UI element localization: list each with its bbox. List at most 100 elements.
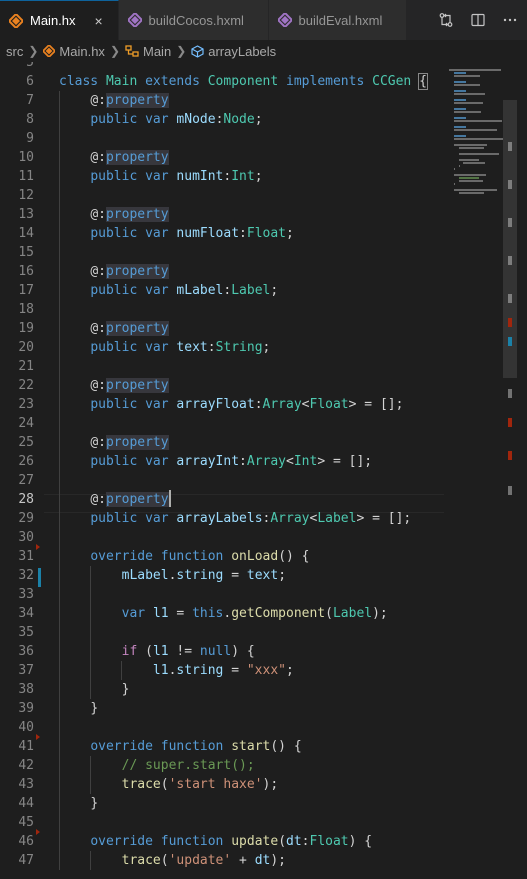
hxml-file-icon <box>127 12 143 28</box>
tab-buildeval-hxml[interactable]: buildEval.hxml <box>268 0 407 40</box>
line-number: 15 <box>18 245 34 260</box>
code-line: @:property <box>90 378 169 393</box>
source-control-compare-icon[interactable] <box>437 12 455 28</box>
overview-ruler-mark <box>508 451 512 460</box>
overview-ruler-mark <box>508 486 512 495</box>
minimap-line <box>458 159 479 161</box>
tab-main-hx[interactable]: Main.hx × <box>0 0 119 40</box>
line-number: 21 <box>18 359 34 374</box>
overview-ruler-mark <box>508 294 512 303</box>
code-line: l1.string = "xxx"; <box>152 663 294 678</box>
line-number: 42 <box>18 758 34 773</box>
haxe-file-icon <box>8 13 24 29</box>
breadcrumb-label: arrayLabels <box>208 43 277 59</box>
minimap-line <box>453 129 497 131</box>
code-line: var l1 = this.getComponent(Label); <box>121 606 388 621</box>
line-number: 9 <box>26 131 34 146</box>
minimap[interactable] <box>445 62 505 879</box>
more-actions-icon[interactable] <box>501 12 519 28</box>
code-line: public var arrayLabels:Array<Label> = []… <box>90 511 412 526</box>
minimap-line <box>453 189 497 191</box>
code-line: trace('start haxe'); <box>121 777 279 792</box>
code-line: trace('update' + dt); <box>121 853 287 868</box>
chevron-right-icon: ❯ <box>176 44 187 58</box>
tab-buildcocos-hxml[interactable]: buildCocos.hxml <box>118 0 269 40</box>
code-line: @:property <box>90 207 169 222</box>
minimap-line <box>453 84 481 86</box>
code-editor[interactable]: 5 6 7 8 9 10 11 12 13 14 15 16 17 18 19 20 21 22 23 24 25 26 2… <box>0 62 527 879</box>
indent-guide <box>90 851 92 870</box>
deleted-line-marker <box>36 544 40 550</box>
minimap-line <box>453 183 455 185</box>
overview-ruler-mark <box>508 418 512 427</box>
breadcrumb-item-class[interactable]: Main <box>125 44 171 59</box>
line-number: 34 <box>18 606 34 621</box>
code-line: public var mNode:Node; <box>90 112 263 127</box>
line-number: 35 <box>18 625 34 640</box>
line-number: 46 <box>18 834 34 849</box>
minimap-line <box>453 75 481 77</box>
close-icon[interactable]: × <box>90 13 108 29</box>
class-symbol-icon <box>125 45 139 57</box>
minimap-line <box>453 168 455 170</box>
code-line: @:property <box>90 150 169 165</box>
minimap-line <box>453 99 466 101</box>
chevron-right-icon: ❯ <box>28 44 39 58</box>
breadcrumb-item-field[interactable]: arrayLabels <box>191 44 276 59</box>
overview-ruler-mark <box>508 337 512 346</box>
code-line: } <box>121 682 130 697</box>
code-line: @:property <box>90 435 169 450</box>
code-line: class Main extends Component implements … <box>59 73 428 90</box>
editor-tab-bar: Main.hx × buildCocos.hxml buildEval.hxml <box>0 0 527 40</box>
code-line: public var arrayFloat:Array<Float> = []; <box>90 397 404 412</box>
chevron-right-icon: ❯ <box>109 44 120 58</box>
line-number: 41 <box>18 739 34 754</box>
line-number: 12 <box>18 188 34 203</box>
line-number: 44 <box>18 796 34 811</box>
minimap-line <box>453 111 482 113</box>
minimap-line <box>458 192 484 194</box>
line-number: 14 <box>18 226 34 241</box>
breadcrumb-item-src[interactable]: src <box>6 44 23 59</box>
line-number: 36 <box>18 644 34 659</box>
minimap-line <box>453 93 485 95</box>
line-number: 6 <box>26 74 34 89</box>
line-number: 39 <box>18 701 34 716</box>
indent-guide <box>90 566 92 699</box>
minimap-line <box>458 177 479 179</box>
line-number: 22 <box>18 378 34 393</box>
overview-ruler-mark <box>508 218 512 227</box>
breadcrumb-label: src <box>6 43 24 59</box>
tab-label: Main.hx <box>30 13 76 28</box>
line-number: 38 <box>18 682 34 697</box>
line-number: 5 <box>26 62 34 70</box>
code-line: @:property <box>90 264 169 279</box>
breadcrumb-item-file[interactable]: Main.hx <box>43 44 105 59</box>
line-number: 37 <box>18 663 34 678</box>
line-number: 43 <box>18 777 34 792</box>
minimap-line <box>453 81 466 83</box>
line-number: 17 <box>18 283 34 298</box>
minimap-line <box>453 120 502 122</box>
code-line: // super.start(); <box>121 758 255 773</box>
code-line: @:property <box>90 490 171 507</box>
code-line: override function update(dt:Float) { <box>90 834 373 849</box>
line-number: 24 <box>18 416 34 431</box>
line-number: 23 <box>18 397 34 412</box>
indent-guide <box>121 661 123 680</box>
deleted-line-marker <box>36 829 40 835</box>
line-number: 11 <box>18 169 34 184</box>
breadcrumb-label: Main.hx <box>59 43 105 59</box>
minimap-line <box>453 135 466 137</box>
modified-line-marker <box>38 568 41 587</box>
line-number: 33 <box>18 587 34 602</box>
split-editor-icon[interactable] <box>469 12 487 28</box>
minimap-line <box>458 165 460 167</box>
code-line: } <box>90 701 99 716</box>
minimap-line <box>453 72 466 74</box>
haxe-file-icon <box>43 45 56 57</box>
minimap-line <box>453 174 487 176</box>
minimap-line <box>449 69 501 71</box>
code-line: override function onLoad() { <box>90 549 310 564</box>
editor-actions <box>437 0 527 40</box>
